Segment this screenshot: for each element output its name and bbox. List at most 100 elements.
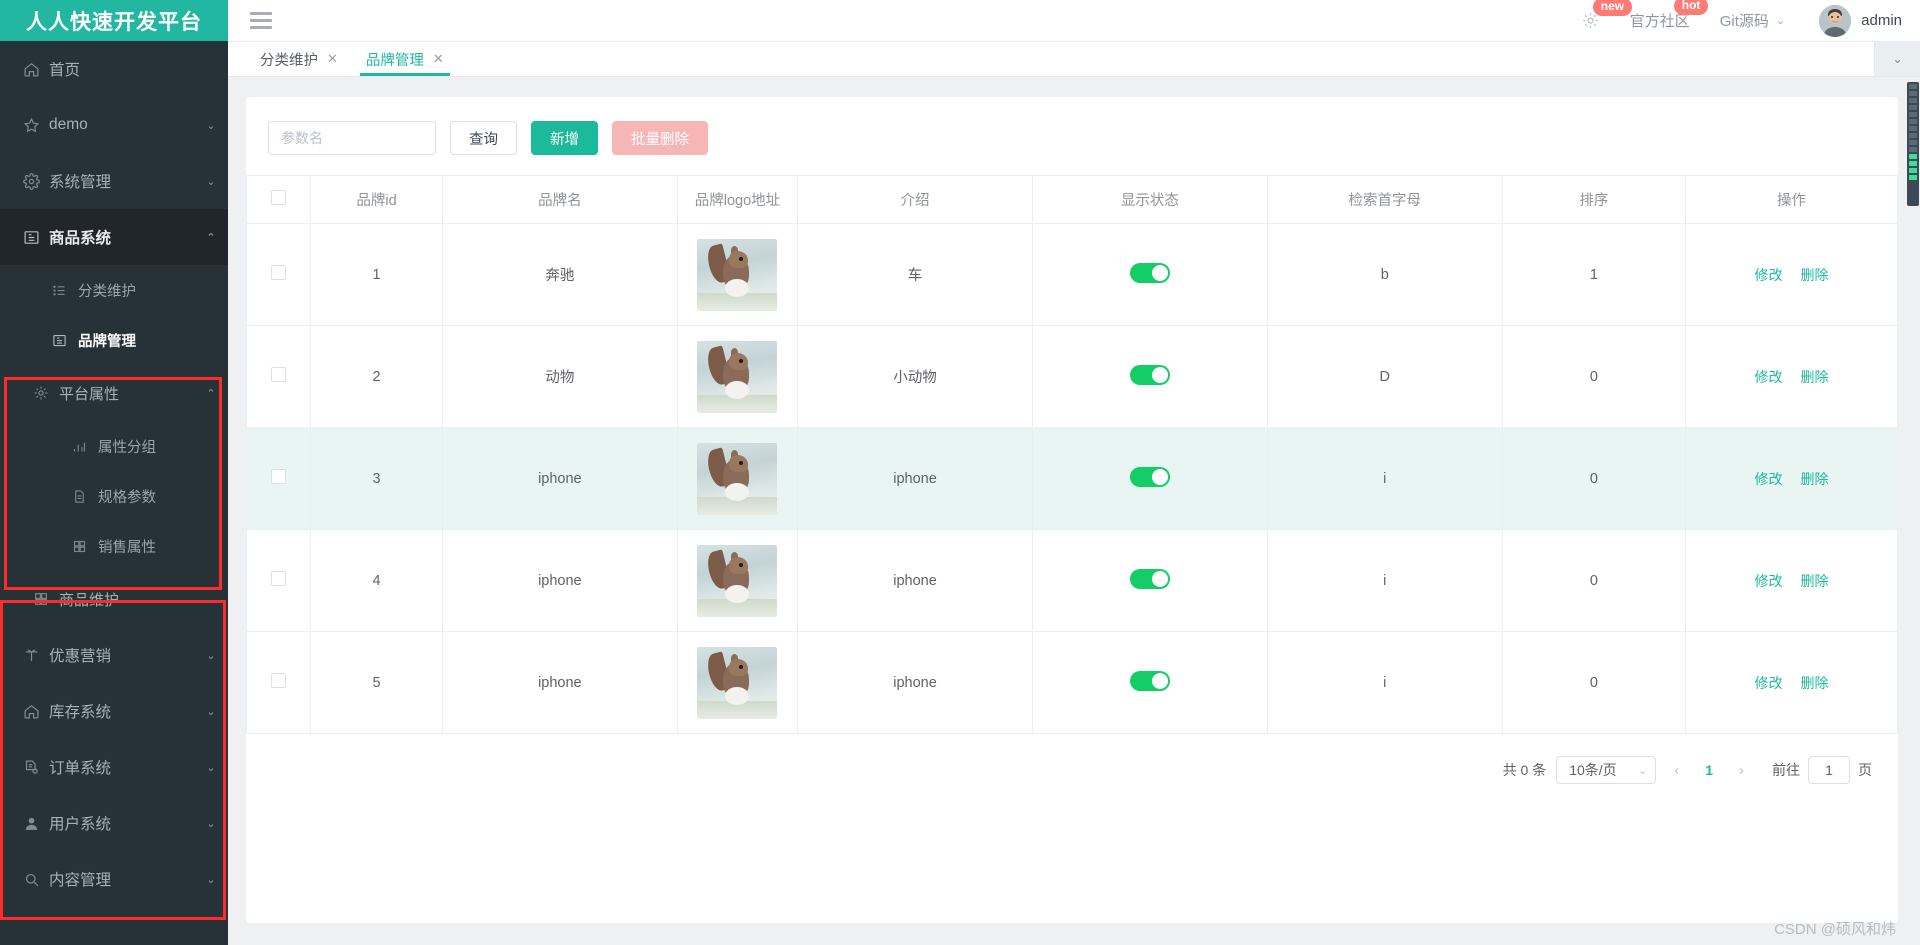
delete-link[interactable]: 删除 <box>1801 471 1829 487</box>
sidebar-item-inventory[interactable]: 库存系统 ⌄ <box>0 683 228 739</box>
delete-link[interactable]: 删除 <box>1801 267 1829 283</box>
row-checkbox[interactable] <box>271 673 287 688</box>
user-icon <box>23 815 49 832</box>
column-header-brand-logo[interactable]: 品牌logo地址 <box>677 175 799 224</box>
cell-show-status <box>1032 223 1268 326</box>
sidebar-item-label: 平台属性 <box>59 385 120 403</box>
table-row[interactable]: 5 iphone iphone i 0 修改 删除 <box>245 631 1898 734</box>
chevron-up-icon: ⌃ <box>206 231 216 244</box>
sidebar-item-demo[interactable]: demo ⌄ <box>0 97 228 153</box>
book-icon <box>52 333 78 348</box>
select-all-checkbox[interactable] <box>271 190 287 205</box>
row-checkbox[interactable] <box>271 571 287 586</box>
table-row[interactable]: 4 iphone iphone i 0 修改 删除 <box>245 529 1898 632</box>
next-page-button[interactable]: › <box>1731 762 1752 779</box>
top-header: new 官方社区 hot Git源码 ⌄ admin <box>228 0 1920 41</box>
sidebar-item-brand-management[interactable]: 品牌管理 <box>0 315 228 365</box>
delete-link[interactable]: 删除 <box>1801 369 1829 385</box>
add-button[interactable]: 新增 <box>531 121 598 155</box>
table-row[interactable]: 3 iphone iphone i 0 修改 删除 <box>245 427 1898 530</box>
edit-link[interactable]: 修改 <box>1755 369 1783 385</box>
row-checkbox[interactable] <box>271 265 287 280</box>
column-header-show-status[interactable]: 显示状态 <box>1032 175 1268 224</box>
sidebar-item-category-maintain[interactable]: 分类维护 <box>0 265 228 315</box>
sidebar-item-system-management[interactable]: 系统管理 ⌄ <box>0 153 228 209</box>
official-community-link[interactable]: 官方社区 hot <box>1630 0 1709 31</box>
jump-page-input[interactable] <box>1808 756 1850 784</box>
row-select-cell <box>245 529 312 632</box>
cell-brand-id: 4 <box>310 529 443 632</box>
sidebar-item-user-system[interactable]: 用户系统 ⌄ <box>0 795 228 851</box>
tab-brand-management[interactable]: 品牌管理 ✕ <box>352 42 458 76</box>
grid-icon <box>33 591 59 607</box>
sidebar-item-sale-attributes[interactable]: 销售属性 <box>0 521 228 571</box>
chevron-down-icon: ⌄ <box>206 761 216 774</box>
sidebar-item-goods-maintain[interactable]: 商品维护 ⌄ <box>0 571 228 627</box>
table-row[interactable]: 2 动物 小动物 D 0 修改 删除 <box>245 325 1898 428</box>
chevron-down-icon: ⌄ <box>206 705 216 718</box>
git-source-menu[interactable]: Git源码 ⌄ <box>1720 10 1785 31</box>
page-size-select[interactable]: 10条/页 ⌄ <box>1556 756 1657 784</box>
cell-sort: 0 <box>1502 529 1687 632</box>
tab-label: 分类维护 <box>260 52 318 69</box>
sidebar-item-home[interactable]: 首页 <box>0 41 228 97</box>
git-source-label: Git源码 <box>1719 13 1769 30</box>
settings-button[interactable]: new <box>1581 0 1633 30</box>
sidebar-item-attribute-group[interactable]: 属性分组 <box>0 421 228 471</box>
sidebar-item-platform-attributes[interactable]: 平台属性 ⌃ <box>0 365 228 421</box>
order-icon <box>23 759 49 776</box>
status-toggle[interactable] <box>1129 466 1170 487</box>
sidebar-item-label: 商品系统 <box>49 230 112 247</box>
delete-link[interactable]: 删除 <box>1801 675 1829 691</box>
gear-icon <box>33 385 59 401</box>
app-logo: 人人快速开发平台 <box>0 0 228 41</box>
page-number-1[interactable]: 1 <box>1697 762 1721 778</box>
squirrel-photo <box>697 646 778 719</box>
edit-link[interactable]: 修改 <box>1755 471 1783 487</box>
status-toggle[interactable] <box>1129 670 1170 691</box>
sidebar-item-content-management[interactable]: 内容管理 ⌄ <box>0 851 228 907</box>
select-all-header <box>245 175 312 224</box>
column-header-first-letter[interactable]: 检索首字母 <box>1267 175 1503 224</box>
tab-overflow-button[interactable]: ⌄ <box>1874 42 1920 76</box>
status-toggle[interactable] <box>1129 568 1170 589</box>
cell-brand-name: 动物 <box>442 325 678 428</box>
column-header-intro[interactable]: 介绍 <box>797 175 1033 224</box>
hamburger-icon[interactable] <box>250 12 272 29</box>
squirrel-photo <box>697 238 778 311</box>
hot-badge: hot <box>1673 0 1709 15</box>
cell-sort: 0 <box>1502 631 1687 734</box>
edit-link[interactable]: 修改 <box>1755 573 1783 589</box>
delete-link[interactable]: 删除 <box>1801 573 1829 589</box>
status-toggle[interactable] <box>1129 262 1170 283</box>
close-icon[interactable]: ✕ <box>433 51 444 67</box>
page-scrollbar[interactable] <box>1906 78 1920 945</box>
search-icon <box>23 871 49 888</box>
row-checkbox[interactable] <box>271 469 287 484</box>
jump-suffix-label: 页 <box>1858 762 1872 778</box>
sidebar-item-spec-parameters[interactable]: 规格参数 <box>0 471 228 521</box>
column-header-sort[interactable]: 排序 <box>1502 175 1687 224</box>
home-icon <box>23 703 49 720</box>
user-menu[interactable]: admin <box>1819 4 1902 37</box>
sidebar-item-product-system[interactable]: 商品系统 ⌃ <box>0 209 228 265</box>
search-input[interactable] <box>268 121 436 155</box>
edit-link[interactable]: 修改 <box>1755 675 1783 691</box>
prev-page-button[interactable]: ‹ <box>1666 762 1687 779</box>
column-header-brand-name[interactable]: 品牌名 <box>442 175 678 224</box>
tab-category-maintain[interactable]: 分类维护 ✕ <box>246 42 352 76</box>
table-row[interactable]: 1 奔驰车 b 1 修改 删除 <box>245 223 1898 326</box>
sidebar-item-label: 库存系统 <box>49 704 112 721</box>
query-button[interactable]: 查询 <box>450 121 517 155</box>
column-header-brand-id[interactable]: 品牌id <box>310 175 443 224</box>
batch-delete-button[interactable]: 批量删除 <box>612 121 708 155</box>
tab-bar: 分类维护 ✕ 品牌管理 ✕ ⌄ <box>228 41 1920 77</box>
edit-link[interactable]: 修改 <box>1755 267 1783 283</box>
sidebar-item-order-system[interactable]: 订单系统 ⌄ <box>0 739 228 795</box>
close-icon[interactable]: ✕ <box>327 51 338 67</box>
sidebar-item-promotion[interactable]: 优惠营销 ⌄ <box>0 627 228 683</box>
sidebar-item-label: 首页 <box>49 62 81 79</box>
status-toggle[interactable] <box>1129 364 1170 385</box>
row-checkbox[interactable] <box>271 367 287 382</box>
scrollbar-thumb[interactable] <box>1907 82 1919 206</box>
